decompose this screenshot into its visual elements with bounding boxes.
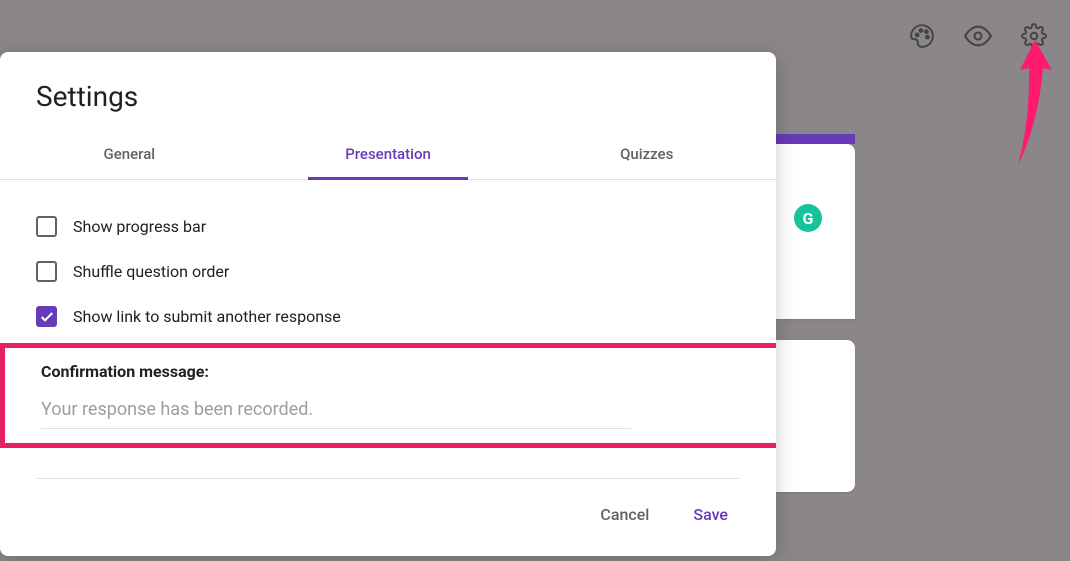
- customize-theme-button[interactable]: [908, 22, 936, 50]
- confirmation-message-section: Confirmation message:: [0, 343, 776, 448]
- checkbox-show-submit-link[interactable]: [36, 306, 57, 327]
- tab-quizzes[interactable]: Quizzes: [517, 129, 776, 179]
- tab-general[interactable]: General: [0, 129, 259, 179]
- checkbox-label: Show link to submit another response: [73, 307, 341, 326]
- grammarly-badge: G: [794, 204, 822, 232]
- confirmation-message-input[interactable]: [41, 395, 631, 429]
- settings-body: Show progress bar Shuffle question order…: [0, 180, 776, 460]
- annotation-arrow: [1010, 40, 1060, 170]
- save-button[interactable]: Save: [681, 497, 740, 532]
- confirmation-label: Confirmation message:: [41, 362, 740, 381]
- checkbox-label: Show progress bar: [73, 217, 206, 236]
- modal-actions: Cancel Save: [0, 479, 776, 556]
- top-toolbar: [908, 22, 1048, 50]
- option-show-progress-bar: Show progress bar: [36, 204, 740, 249]
- tab-presentation[interactable]: Presentation: [259, 129, 518, 179]
- settings-modal: Settings General Presentation Quizzes Sh…: [0, 52, 776, 556]
- preview-button[interactable]: [964, 22, 992, 50]
- modal-title: Settings: [0, 52, 776, 129]
- checkbox-show-progress-bar[interactable]: [36, 216, 57, 237]
- option-show-submit-link: Show link to submit another response: [36, 294, 740, 339]
- cancel-button[interactable]: Cancel: [588, 497, 661, 532]
- tabs-container: General Presentation Quizzes: [0, 129, 776, 180]
- checkbox-label: Shuffle question order: [73, 262, 229, 281]
- checkbox-shuffle-questions[interactable]: [36, 261, 57, 282]
- option-shuffle-questions: Shuffle question order: [36, 249, 740, 294]
- settings-button[interactable]: [1020, 22, 1048, 50]
